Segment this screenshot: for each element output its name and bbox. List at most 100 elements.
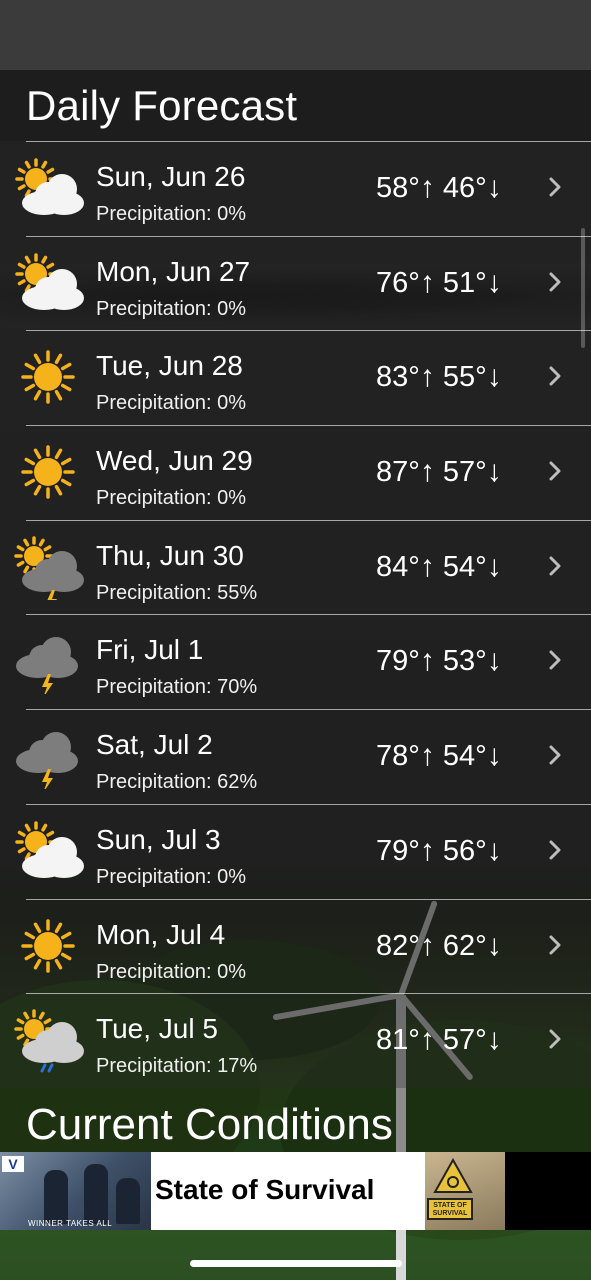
chevron-right-icon <box>549 272 561 292</box>
forecast-list: Sun, Jun 26 Precipitation: 0% 58°↑ 46°↓ Mon… <box>0 141 591 1088</box>
chevron-right-icon <box>549 745 561 765</box>
home-indicator[interactable] <box>190 1260 402 1267</box>
forecast-precipitation: Precipitation: 0% <box>96 392 247 415</box>
forecast-row[interactable]: Sun, Jun 26 Precipitation: 0% 58°↑ 46°↓ <box>0 141 591 236</box>
row-divider <box>26 898 591 900</box>
forecast-precipitation: Precipitation: 0% <box>96 297 247 320</box>
forecast-row[interactable]: Fri, Jul 1 Precipitation: 70% 79°↑ 53°↓ <box>0 614 591 710</box>
high-temp: 79° <box>376 645 420 678</box>
forecast-day: Sun, Jun 26 <box>96 161 246 192</box>
ad-banner[interactable]: V WINNER TAKES ALL State of Survival STA… <box>0 1152 591 1230</box>
up-arrow-icon: ↑ <box>419 1023 435 1057</box>
partly-cloudy-icon <box>15 158 84 215</box>
sunny-icon <box>21 445 75 499</box>
partly-cloudy-icon <box>15 252 84 310</box>
forecast-day: Tue, Jun 28 <box>96 350 243 382</box>
down-arrow-icon: ↓ <box>486 455 502 489</box>
chevron-right-icon <box>549 177 561 197</box>
biohazard-sign-icon <box>433 1158 473 1193</box>
ad-blank <box>505 1152 591 1230</box>
forecast-row[interactable]: Tue, Jul 5 Precipitation: 17% 81°↑ 57°↓ <box>0 993 591 1088</box>
row-divider <box>26 235 591 237</box>
ad-logo-icon: V <box>2 1156 24 1172</box>
forecast-precipitation: Precipitation: 0% <box>96 203 247 225</box>
high-temp: 78° <box>376 740 420 773</box>
forecast-row[interactable]: Sat, Jul 2 Precipitation: 62% 78°↑ 54°↓ <box>0 709 591 804</box>
forecast-row[interactable]: Sun, Jul 3 Precipitation: 0% 79°↑ 56°↓ <box>0 803 591 899</box>
down-arrow-icon: ↓ <box>486 928 502 962</box>
forecast-day: Thu, Jun 30 <box>96 539 244 571</box>
row-divider <box>26 709 591 711</box>
row-divider <box>26 141 591 142</box>
ad-title-box[interactable]: State of Survival <box>151 1152 425 1230</box>
forecast-temps: 79°↑ 56°↓ <box>376 834 502 868</box>
forecast-temps: 78°↑ 54°↓ <box>376 739 502 773</box>
chevron-right-icon <box>549 840 561 860</box>
row-divider <box>26 425 591 427</box>
up-arrow-icon: ↑ <box>419 644 435 678</box>
daily-forecast-header: Daily Forecast <box>0 70 591 141</box>
high-temp: 81° <box>376 1024 420 1057</box>
ad-character <box>84 1164 108 1224</box>
row-divider <box>26 330 591 332</box>
high-temp: 79° <box>376 834 420 867</box>
status-bar <box>0 0 591 70</box>
partly-sunny-rain-icon <box>14 1009 84 1073</box>
chevron-right-icon <box>549 366 561 386</box>
forecast-day: Fri, Jul 1 <box>96 634 204 666</box>
down-arrow-icon: ↓ <box>486 739 502 773</box>
high-temp: 82° <box>376 929 420 962</box>
sunny-icon <box>21 350 75 405</box>
ad-badge: STATE OF SURVIVAL <box>427 1198 473 1220</box>
sunny-icon <box>21 918 75 973</box>
ad-title: State of Survival <box>155 1174 375 1205</box>
high-temp: 83° <box>376 361 420 394</box>
high-temp: 84° <box>376 550 420 583</box>
down-arrow-icon: ↓ <box>486 644 502 678</box>
down-arrow-icon: ↓ <box>486 265 502 299</box>
low-temp: 62° <box>442 929 487 962</box>
forecast-precipitation: Precipitation: 0% <box>96 960 247 983</box>
scrollbar[interactable] <box>581 228 585 348</box>
forecast-row[interactable]: Mon, Jul 4 Precipitation: 0% 82°↑ 62°↓ <box>0 898 591 994</box>
forecast-precipitation: Precipitation: 70% <box>96 676 258 699</box>
chevron-right-icon <box>549 556 561 576</box>
forecast-row[interactable]: Tue, Jun 28 Precipitation: 0% 83°↑ 55°↓ <box>0 330 591 426</box>
partly-sunny-thunderstorm-icon <box>14 536 84 600</box>
forecast-row[interactable]: Mon, Jun 27 Precipitation: 0% 76°↑ 51°↓ <box>0 235 591 331</box>
low-temp: 46° <box>442 172 487 204</box>
forecast-temps: 76°↑ 51°↓ <box>376 266 502 300</box>
up-arrow-icon: ↑ <box>419 739 435 773</box>
low-temp: 51° <box>442 266 487 299</box>
row-divider <box>26 614 591 616</box>
low-temp: 55° <box>442 361 487 394</box>
low-temp: 57° <box>442 456 487 489</box>
current-conditions-title: Current Conditions <box>26 1100 393 1149</box>
ad-game-art[interactable]: V WINNER TAKES ALL <box>0 1152 151 1230</box>
forecast-precipitation: Precipitation: 0% <box>96 865 247 888</box>
up-arrow-icon: ↑ <box>419 265 435 299</box>
row-divider <box>26 519 591 521</box>
forecast-day: Sat, Jul 2 <box>96 729 213 761</box>
chevron-right-icon <box>549 935 561 954</box>
high-temp: 87° <box>376 456 420 489</box>
forecast-temps: 79°↑ 53°↓ <box>376 644 502 678</box>
down-arrow-icon: ↓ <box>486 549 502 583</box>
ad-game-logo[interactable]: STATE OF SURVIVAL <box>425 1152 505 1230</box>
forecast-temps: 81°↑ 57°↓ <box>376 1023 502 1057</box>
forecast-row[interactable]: Thu, Jun 30 Precipitation: 55% 84°↑ 54°↓ <box>0 519 591 615</box>
up-arrow-icon: ↑ <box>419 360 435 394</box>
low-temp: 56° <box>442 834 487 867</box>
ad-tagline: WINNER TAKES ALL <box>28 1219 113 1228</box>
forecast-day: Mon, Jul 4 <box>96 918 226 950</box>
forecast-temps: 58°↑ 46°↓ <box>376 171 502 205</box>
forecast-temps: 82°↑ 62°↓ <box>376 929 502 963</box>
up-arrow-icon: ↑ <box>419 928 435 962</box>
down-arrow-icon: ↓ <box>486 171 502 204</box>
down-arrow-icon: ↓ <box>486 1023 502 1057</box>
forecast-row[interactable]: Wed, Jun 29 Precipitation: 0% 87°↑ 57°↓ <box>0 425 591 520</box>
page-title: Daily Forecast <box>26 81 298 129</box>
row-divider <box>26 993 591 995</box>
up-arrow-icon: ↑ <box>419 171 435 204</box>
forecast-precipitation: Precipitation: 62% <box>96 771 258 794</box>
